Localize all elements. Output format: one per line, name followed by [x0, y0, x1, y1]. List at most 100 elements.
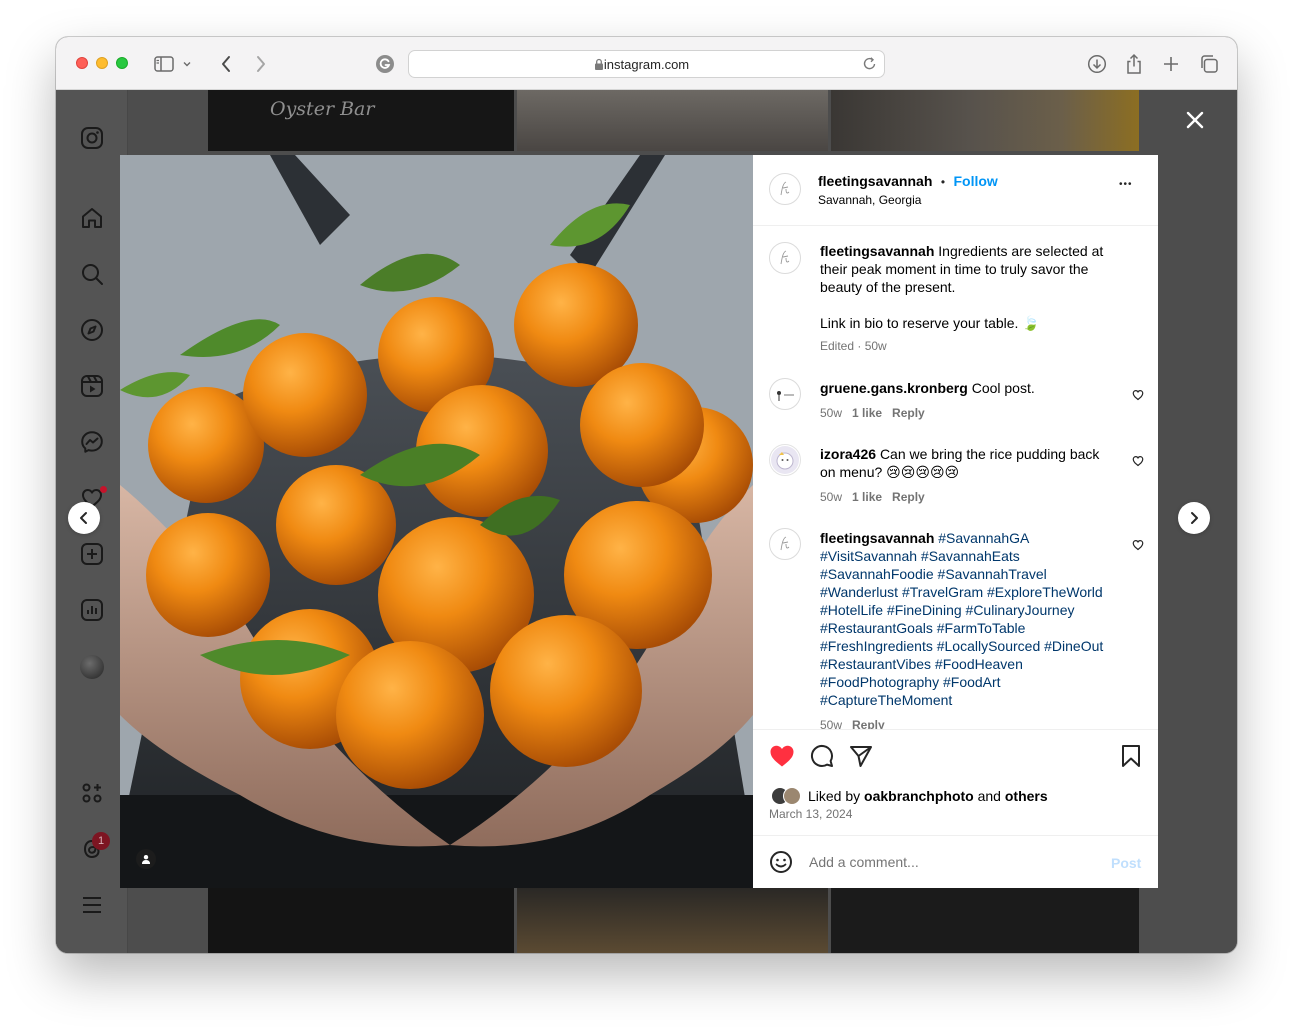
follow-button[interactable]: Follow [953, 173, 997, 189]
comment-icon [810, 744, 833, 767]
goose-logo-icon [777, 391, 794, 401]
comment-input[interactable] [809, 850, 1099, 874]
chevron-left-icon [80, 512, 87, 524]
more-options-button[interactable]: ••• [1119, 179, 1133, 190]
share-icon[interactable] [1122, 52, 1146, 76]
commenter-avatar[interactable] [769, 444, 801, 476]
new-tab-icon[interactable] [1159, 52, 1183, 76]
share-post-button[interactable] [849, 744, 873, 773]
post-photo[interactable] [120, 155, 753, 888]
comment-likes[interactable]: 1 like [852, 406, 882, 420]
emoji-button[interactable] [769, 850, 793, 879]
grammarly-extension-icon[interactable] [373, 52, 397, 76]
comment-username[interactable]: fleetingsavannah [820, 530, 934, 546]
comment-button[interactable] [810, 744, 834, 773]
chevron-down-icon[interactable] [180, 52, 194, 76]
hashtag-line[interactable]: #Wanderlust #TravelGram #ExploreTheWorld [820, 583, 1135, 601]
previous-post-button[interactable] [68, 502, 100, 534]
hashtag-line[interactable]: #VisitSavannah #SavannahEats [820, 547, 1135, 565]
instagram-logo-icon[interactable] [80, 126, 104, 150]
caption-username[interactable]: fleetingsavannah [820, 243, 934, 259]
sidebar-toggle-icon[interactable] [152, 52, 176, 76]
hashtag-line[interactable]: #SavannahFoodie #SavannahTravel [820, 565, 1135, 583]
tab-overview-icon[interactable] [1197, 52, 1221, 76]
comment-age: 50w [820, 406, 843, 420]
comment-username[interactable]: izora426 [820, 446, 876, 462]
post-caption: fleetingsavannah Ingredients are selecte… [820, 242, 1135, 332]
author-logo-icon [780, 181, 790, 196]
also-from-meta-icon[interactable] [80, 781, 104, 805]
author-logo-icon [780, 536, 790, 551]
post-location[interactable]: Savannah, Georgia [818, 193, 921, 207]
liked-by-prefix: Liked by [808, 788, 861, 804]
minimize-window-button[interactable] [96, 57, 108, 69]
search-icon[interactable] [80, 262, 104, 286]
comment-age: 50w [820, 490, 843, 504]
comment-meta: 50w Reply [820, 718, 885, 729]
author-avatar[interactable] [769, 173, 801, 205]
liker-avatar[interactable] [783, 787, 801, 805]
liked-by-avatars [769, 786, 809, 806]
threads-badge: 1 [92, 832, 110, 850]
profile-avatar[interactable] [80, 655, 104, 679]
liked-by-user[interactable]: oakbranchphoto [864, 788, 974, 804]
cartoon-avatar-icon [771, 446, 799, 474]
browser-toolbar: instagram.com [56, 37, 1237, 90]
messenger-icon[interactable] [80, 430, 104, 454]
comment-likes[interactable]: 1 like [852, 490, 882, 504]
hashtag-line[interactable]: #HotelLife #FineDining #CulinaryJourney [820, 601, 1135, 619]
close-modal-icon[interactable] [1180, 105, 1210, 135]
menu-icon[interactable] [80, 893, 104, 917]
home-icon[interactable] [80, 206, 104, 230]
tagged-user-icon[interactable] [136, 849, 156, 869]
close-window-button[interactable] [76, 57, 88, 69]
like-comment-icon[interactable] [1132, 388, 1144, 401]
explore-icon[interactable] [80, 318, 104, 342]
reply-button[interactable]: Reply [892, 406, 925, 420]
reply-button[interactable]: Reply [852, 718, 885, 729]
comment-text-2: on menu? 😢😢😢😢😢 [820, 464, 960, 480]
downloads-icon[interactable] [1085, 52, 1109, 76]
caption-meta: Edited · 50w [820, 339, 887, 353]
zoom-window-button[interactable] [116, 57, 128, 69]
forward-icon[interactable] [249, 52, 273, 76]
post-actions: Liked by oakbranchphoto and others March… [753, 729, 1158, 835]
reels-icon[interactable] [80, 374, 104, 398]
like-button[interactable] [769, 744, 795, 773]
reply-button[interactable]: Reply [892, 490, 925, 504]
comment-age: 50w [820, 718, 843, 729]
separator-dot: • [940, 175, 946, 189]
commenter-avatar[interactable] [769, 378, 801, 410]
comment-meta: 50w 1 like Reply [820, 490, 925, 504]
hashtag-line[interactable]: #CaptureTheMoment [820, 691, 1135, 709]
liked-by-others[interactable]: others [1005, 788, 1048, 804]
instagram-page: Oyster Bar 1 fleetingsavannah • Follow S… [56, 90, 1237, 953]
insights-icon[interactable] [80, 598, 104, 622]
send-icon [850, 746, 872, 767]
hashtag-line[interactable]: #FreshIngredients #LocallySourced #DineO… [820, 637, 1135, 655]
author-username[interactable]: fleetingsavannah [818, 173, 932, 189]
like-comment-icon[interactable] [1132, 454, 1144, 467]
emoji-icon [770, 851, 792, 873]
save-button[interactable] [1120, 744, 1142, 773]
caption-text-3: beauty of the present. [820, 279, 956, 295]
commenter-avatar[interactable] [769, 528, 801, 560]
url-text: instagram.com [603, 57, 690, 72]
comment: gruene.gans.kronberg Cool post. [820, 379, 1035, 397]
hashtag-line[interactable]: #FoodPhotography #FoodArt [820, 673, 1135, 691]
reload-icon[interactable] [862, 56, 877, 76]
grid-tile [831, 90, 1139, 151]
address-bar[interactable]: instagram.com [408, 50, 885, 78]
post-comment-button[interactable]: Post [1111, 855, 1141, 871]
hashtag-line[interactable]: #SavannahGA [938, 530, 1029, 546]
comment-username[interactable]: gruene.gans.kronberg [820, 380, 968, 396]
back-icon[interactable] [214, 52, 238, 76]
comments-section: fleetingsavannah Ingredients are selecte… [753, 226, 1158, 729]
hashtag-line[interactable]: #RestaurantGoals #FarmToTable [820, 619, 1135, 637]
author-line: fleetingsavannah • Follow [818, 173, 998, 191]
like-comment-icon[interactable] [1132, 538, 1144, 551]
caption-author-avatar[interactable] [769, 242, 801, 274]
next-post-button[interactable] [1178, 502, 1210, 534]
hashtag-line[interactable]: #RestaurantVibes #FoodHeaven [820, 655, 1135, 673]
create-icon[interactable] [80, 542, 104, 566]
